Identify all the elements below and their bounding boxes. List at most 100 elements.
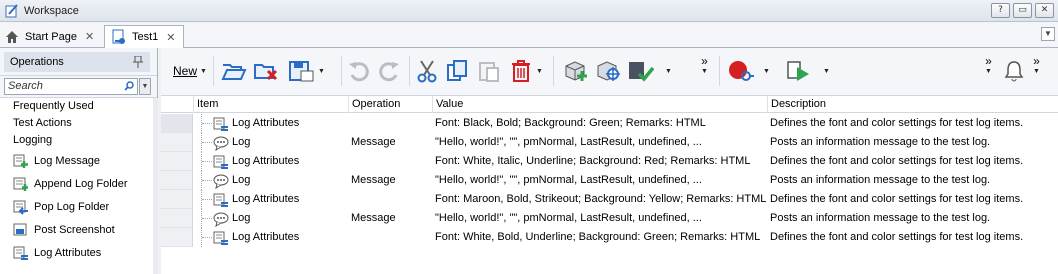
row-selector[interactable] [161, 114, 193, 133]
cell-description: Defines the font and color settings for … [770, 117, 1024, 129]
copy-icon [447, 60, 467, 81]
copy-button[interactable] [445, 56, 469, 86]
operation-log-attributes[interactable]: Log Attributes [0, 241, 157, 264]
cell-value[interactable]: Font: Black, Bold; Background: Green; Re… [435, 114, 706, 133]
cell-operation: Message [351, 212, 396, 224]
tab-test1[interactable]: Test1 ✕ [104, 25, 184, 48]
cut-button[interactable] [415, 56, 439, 86]
cell-value[interactable]: "Hello, world!", "", pmNormal, LastResul… [435, 171, 702, 190]
cell-description: Defines the font and color settings for … [770, 193, 1024, 205]
row-selector[interactable] [161, 228, 193, 247]
table-row[interactable]: Log Message "Hello, world!", "", pmNormal,… [161, 171, 1058, 190]
close-file-button[interactable] [253, 56, 279, 86]
checkpoint-button[interactable]: ▼ [627, 56, 672, 86]
item-label: Log Attributes [232, 231, 300, 243]
search-icon[interactable] [124, 81, 134, 91]
operation-append-log-folder[interactable]: Append Log Folder [0, 172, 157, 195]
cell-value[interactable]: Font: White, Bold, Underline; Background… [435, 228, 760, 247]
row-selector[interactable] [161, 209, 193, 228]
add-item-button[interactable] [563, 56, 589, 86]
restore-button[interactable]: ▭ [1013, 3, 1032, 18]
undo-button[interactable] [347, 56, 371, 86]
tab-start-page[interactable]: Start Page ✕ [4, 25, 104, 48]
paste-button[interactable] [477, 56, 501, 86]
checkpoint-icon [629, 62, 655, 82]
item-label: Log Attributes [232, 193, 300, 205]
category-logging[interactable]: Logging [0, 132, 157, 149]
help-button[interactable]: ? [991, 3, 1010, 18]
row-selector[interactable] [161, 133, 193, 152]
pin-icon[interactable] [133, 56, 143, 68]
log-attributes-icon [213, 193, 228, 207]
toolbar-overflow-1[interactable]: » ▼ [701, 54, 708, 88]
operation-pop-log-folder[interactable]: Pop Log Folder [0, 195, 157, 218]
item-label: Log Attributes [232, 117, 300, 129]
category-frequently-used[interactable]: Frequently Used [0, 98, 157, 115]
cell-value[interactable]: Font: White, Italic, Underline; Backgrou… [435, 152, 750, 171]
run-button[interactable]: ▼ [785, 56, 830, 86]
table-row[interactable]: Log Attributes Font: White, Bold, Underli… [161, 228, 1058, 247]
cell-value[interactable]: "Hello, world!", "", pmNormal, LastResul… [435, 209, 702, 228]
cell-operation: Message [351, 174, 396, 186]
search-options-dropdown[interactable]: ▼ [139, 78, 151, 95]
save-disk-icon [289, 61, 314, 82]
operation-log-message[interactable]: Log Message [0, 149, 157, 172]
new-button[interactable]: New ▼ [173, 56, 207, 86]
toolbar-overflow-2[interactable]: » ▼ [985, 54, 992, 88]
chevron-down-icon: ▼ [701, 68, 708, 75]
run-test-icon [787, 61, 809, 81]
save-button[interactable]: ▼ [287, 56, 325, 86]
separator [409, 56, 410, 86]
tab-list-dropdown[interactable]: ▼ [1041, 27, 1055, 41]
test-steps-grid: Item Operation Value Description Log Att… [161, 96, 1058, 274]
table-row[interactable]: Log Message "Hello, world!", "", pmNormal,… [161, 133, 1058, 152]
close-window-button[interactable]: ✕ [1035, 3, 1054, 18]
separator [553, 56, 554, 86]
row-selector[interactable] [161, 152, 193, 171]
screenshot-icon [13, 223, 27, 235]
category-test-actions[interactable]: Test Actions [0, 115, 157, 132]
delete-button[interactable]: ▼ [509, 56, 543, 86]
table-row[interactable]: Log Attributes Font: Black, Bold; Backgro… [161, 114, 1058, 133]
column-header-item[interactable]: Item [193, 96, 351, 113]
notifications-button[interactable] [1003, 56, 1025, 86]
cell-value[interactable]: "Hello, world!", "", pmNormal, LastResul… [435, 133, 702, 152]
log-attributes-icon [213, 231, 228, 245]
row-selector[interactable] [161, 171, 193, 190]
add-at-cursor-button[interactable] [595, 56, 621, 86]
toolbar: New ▼ ▼ ▼ ▼ » ▼ ▼ ▼ » ▼ » ▼ [161, 48, 1058, 96]
operation-label: Log Attributes [34, 246, 102, 259]
table-row[interactable]: Log Message "Hello, world!", "", pmNormal,… [161, 209, 1058, 228]
tree-connector [201, 190, 213, 209]
table-row[interactable]: Log Attributes Font: Maroon, Bold, Strike… [161, 190, 1058, 209]
undo-icon [349, 62, 369, 82]
operation-post-screenshot[interactable]: Post Screenshot [0, 218, 157, 241]
cell-value[interactable]: Font: Maroon, Bold, Strikeout; Backgroun… [435, 190, 766, 209]
toolbar-overflow-3[interactable]: » ▼ [1033, 54, 1040, 88]
item-label: Log [232, 174, 251, 186]
operations-scrollbar[interactable] [153, 98, 158, 274]
column-header-value[interactable]: Value [432, 96, 768, 113]
record-button[interactable]: ▼ [727, 56, 770, 86]
row-selector[interactable] [161, 190, 193, 209]
scissors-icon [417, 60, 437, 83]
close-icon[interactable]: ✕ [85, 30, 94, 43]
tree-connector [201, 228, 213, 247]
new-label: New [173, 64, 198, 78]
trash-icon [512, 60, 530, 82]
cell-item: Log Attributes [201, 228, 299, 247]
column-header-operation[interactable]: Operation [348, 96, 432, 113]
close-icon[interactable]: ✕ [166, 31, 175, 44]
chevron-down-icon: ▼ [536, 67, 543, 75]
column-header-description[interactable]: Description [767, 96, 1058, 113]
search-input[interactable]: Search [4, 78, 138, 95]
append-folder-icon [13, 177, 28, 191]
operations-title: Operations [4, 51, 150, 72]
log-attributes-icon [213, 155, 228, 169]
redo-button[interactable] [377, 56, 401, 86]
item-label: Log [232, 212, 251, 224]
table-row[interactable]: Log Attributes Font: White, Italic, Under… [161, 152, 1058, 171]
open-button[interactable] [221, 56, 247, 86]
chevron-down-icon: ▼ [1033, 68, 1040, 75]
cell-description: Defines the font and color settings for … [770, 231, 1024, 243]
